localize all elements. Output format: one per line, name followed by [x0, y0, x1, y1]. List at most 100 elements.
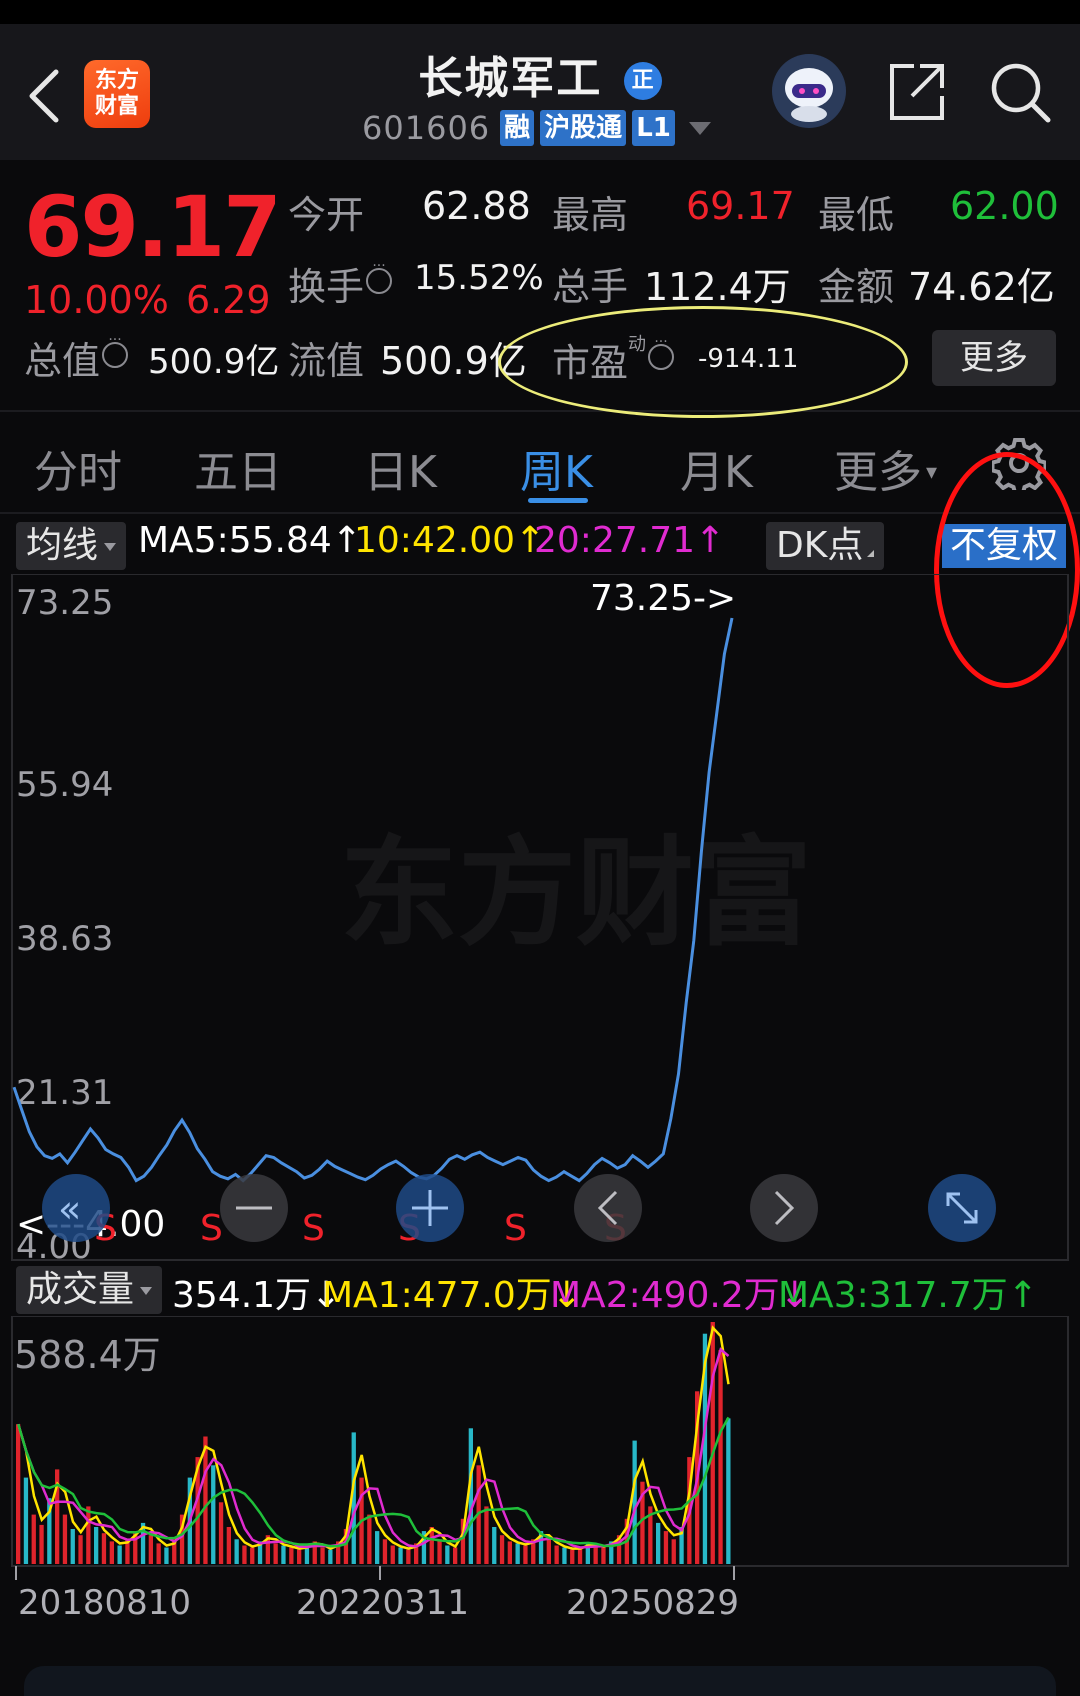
step-left-button[interactable] [574, 1174, 642, 1242]
volume-bar [663, 1531, 669, 1564]
zoom-out-button[interactable] [220, 1174, 288, 1242]
change-percent: 10.00% [24, 278, 169, 322]
volume-bar [577, 1547, 583, 1564]
price-tick-label: 21.31 [16, 1073, 113, 1113]
volume-current: 354.1万↓ [172, 1275, 342, 1316]
more-quote-button[interactable]: 更多 [932, 330, 1056, 386]
tab-more[interactable]: 更多 ▾ [834, 436, 937, 500]
tab-daily-k[interactable]: 日K [364, 436, 437, 500]
volume-max-label: 588.4万 [14, 1333, 161, 1377]
volume-bar [86, 1506, 91, 1564]
ma-selector[interactable]: 均线 [16, 522, 127, 570]
search-icon[interactable] [988, 60, 1052, 124]
volume-bar [156, 1543, 161, 1564]
top-bar: 东方 财富 长城军工 正 601606 融 沪股通 L1 [0, 24, 1080, 160]
volume-bar [718, 1350, 723, 1564]
dk-point-selector[interactable]: DK点 [766, 522, 885, 570]
step-right-button[interactable] [750, 1174, 818, 1242]
sell-signal-mark: S [200, 1208, 223, 1249]
assistant-robot-icon[interactable] [772, 54, 846, 128]
ma5-value: MA5:55.84↑ [138, 520, 362, 561]
watermark-logo: 东方财富 [340, 823, 812, 962]
volume-bar [328, 1549, 333, 1564]
tab-more-label: 更多 [834, 447, 922, 498]
float-cap-label: 流值 [288, 339, 365, 383]
volume-bar [492, 1527, 497, 1564]
volume-bar [234, 1539, 239, 1564]
volume-bar [281, 1545, 286, 1564]
tab-five-day[interactable]: 五日 [194, 436, 282, 500]
volume-ma2: MA2:490.2万↓ [550, 1275, 810, 1316]
volume-ma3-line [17, 1416, 730, 1548]
zheng-badge-icon: 正 [623, 62, 662, 100]
volume-bar [101, 1533, 107, 1564]
volume-bar [382, 1539, 388, 1564]
market-cap-label-text: 总值 [24, 339, 101, 383]
market-cap-label[interactable]: 总值 [24, 330, 129, 385]
volume-bar [671, 1539, 676, 1564]
volume-bar [601, 1547, 606, 1564]
tab-intraday[interactable]: 分时 [34, 436, 122, 500]
volume-bar [211, 1465, 216, 1564]
info-icon[interactable] [102, 332, 129, 368]
volume-value: 112.4万 [644, 265, 791, 309]
share-icon[interactable] [884, 60, 948, 124]
tab-weekly-k[interactable]: 周K [520, 436, 593, 500]
low-label: 最低 [818, 193, 895, 237]
volume-chart[interactable]: 588.4万 20180810 20220311 20250829 [0, 1316, 1080, 1652]
tag-margin: 融 [500, 110, 535, 146]
stock-code-row[interactable]: 601606 融 沪股通 L1 [362, 108, 711, 148]
volume-bar [523, 1545, 528, 1564]
amount-label: 金额 [818, 265, 895, 309]
volume-bar [515, 1543, 520, 1564]
volume-bar [367, 1514, 372, 1564]
status-bar [0, 0, 1080, 24]
price-tick-label: 38.63 [16, 919, 113, 959]
volume-bar [94, 1527, 99, 1564]
x-axis-date-label: 20250829 [566, 1583, 739, 1623]
bottom-panel-edge [24, 1666, 1056, 1696]
x-axis-date-label: 20180810 [18, 1583, 191, 1623]
sell-signal-mark: S [302, 1208, 325, 1249]
volume-bar [226, 1527, 231, 1564]
volume-bar [242, 1545, 247, 1564]
info-icon[interactable] [366, 258, 393, 294]
tag-level: L1 [632, 110, 675, 146]
volume-bar [70, 1529, 75, 1564]
volume-bar [289, 1547, 294, 1564]
ma10-value: 10:42.00↑ [354, 520, 546, 561]
fullscreen-button[interactable] [928, 1174, 996, 1242]
volume-bar [632, 1440, 637, 1564]
change-amount: 6.29 [186, 278, 271, 322]
volume-bar [109, 1541, 114, 1564]
volume-bar [562, 1547, 567, 1564]
chevron-down-icon[interactable] [688, 121, 711, 135]
scroll-left-button[interactable]: « [42, 1174, 110, 1242]
corner-arrow-icon [867, 550, 875, 557]
price-tick-label: 73.25 [16, 583, 113, 623]
volume-chart-frame [11, 1316, 1069, 1567]
price-chart[interactable]: 东方财富 73.2555.9438.6321.314.00 73.25-> <-… [0, 574, 1080, 1262]
active-tab-underline [528, 498, 588, 503]
ma20-value: 20:27.71↑ [534, 520, 726, 561]
volume-selector[interactable]: 成交量 [16, 1266, 163, 1314]
volume-bar [570, 1549, 575, 1564]
volume-bar [16, 1424, 21, 1564]
open-label: 今开 [288, 193, 365, 237]
volume-bar [593, 1545, 598, 1564]
volume-ma1: MA1:477.0万↓ [322, 1275, 582, 1316]
turnover-label[interactable]: 换手 [288, 256, 393, 311]
ma-selector-label: 均线 [26, 525, 99, 566]
volume-bar [117, 1545, 122, 1564]
caret-down-icon [104, 543, 117, 551]
volume-bar [546, 1539, 551, 1564]
caret-down-icon: ▾ [926, 460, 938, 485]
last-price: 69.17 [24, 178, 282, 276]
volume-bar [499, 1535, 505, 1564]
zoom-in-button[interactable] [396, 1174, 464, 1242]
tab-monthly-k[interactable]: 月K [680, 436, 753, 500]
volume-ma3: MA3:317.7万↑ [778, 1275, 1038, 1316]
volume-bar [390, 1545, 395, 1564]
ma-indicator-row: 均线 MA5:55.84↑ 10:42.00↑ 20:27.71↑ DK点 [0, 516, 1080, 574]
volume-bar [23, 1477, 29, 1564]
